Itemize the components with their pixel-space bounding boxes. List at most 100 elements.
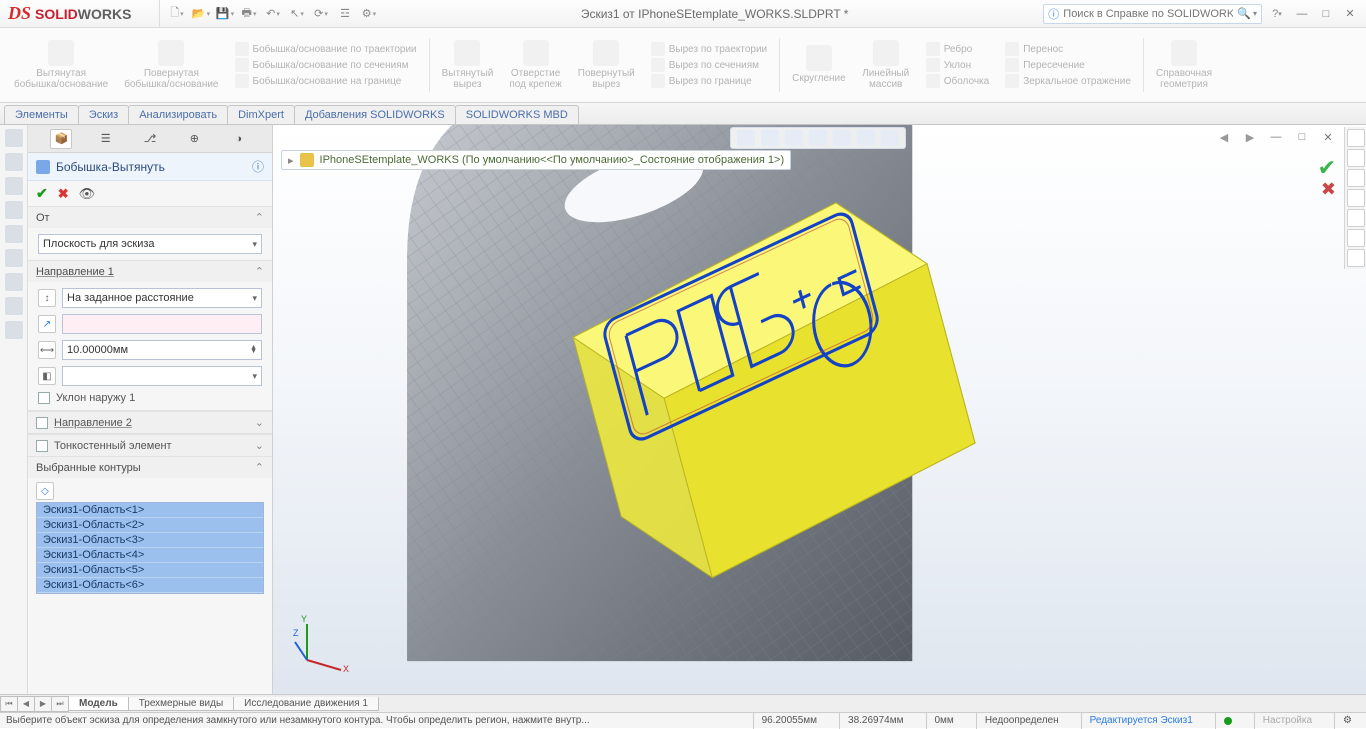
restore-button[interactable]: □ (1316, 4, 1336, 24)
tab-nav-last[interactable]: ⏭ (51, 696, 69, 712)
ref-geometry[interactable]: Справочная геометрия (1150, 32, 1218, 98)
close-button[interactable]: ✕ (1340, 4, 1360, 24)
side-icon[interactable] (5, 177, 23, 195)
select-button[interactable]: ↖ (286, 4, 308, 24)
status-gear-icon[interactable]: ⚙ (1334, 713, 1360, 729)
feature-help-icon[interactable]: ⓘ (252, 158, 264, 175)
fm-tab-display[interactable]: ◑ (228, 129, 250, 149)
tab-nav-prev[interactable]: ◀ (17, 696, 35, 712)
taskpane-explorer-icon[interactable] (1347, 169, 1365, 187)
depth-input[interactable]: 10.00000мм▲▼ (62, 340, 262, 360)
taskpane-prop-icon[interactable] (1347, 229, 1365, 247)
tab-addins[interactable]: Добавления SOLIDWORKS (294, 105, 456, 124)
taskpane-view-icon[interactable] (1347, 189, 1365, 207)
boundary-boss[interactable]: Бобышка/основание на границе (235, 74, 417, 88)
merge-field[interactable]: ▾ (62, 366, 262, 386)
list-item[interactable]: Эскиз1-Область<3> (37, 533, 263, 548)
fm-tab-config[interactable]: ⎇ (139, 129, 161, 149)
undo-button[interactable]: ↶ (262, 4, 284, 24)
draft[interactable]: Уклон (926, 58, 990, 72)
boundary-cut[interactable]: Вырез по границе (651, 74, 767, 88)
side-icon[interactable] (5, 225, 23, 243)
tab-evaluate[interactable]: Анализировать (128, 105, 228, 124)
fillet[interactable]: Скругление (786, 32, 852, 98)
tab-sketch[interactable]: Эскиз (78, 105, 129, 124)
side-icon[interactable] (5, 297, 23, 315)
view-icon[interactable] (857, 130, 875, 146)
mirror[interactable]: Зеркальное отражение (1005, 74, 1131, 88)
save-button[interactable]: 💾 (214, 4, 236, 24)
revolve-boss[interactable]: Повернутая бобышка/основание (118, 32, 224, 98)
tab-nav-next[interactable]: ▶ (34, 696, 52, 712)
view-orientation-icon[interactable] (737, 130, 755, 146)
view-settings-icon[interactable] (809, 130, 827, 146)
list-item[interactable]: Эскиз1-Область<6> (37, 578, 263, 593)
collapse-icon[interactable]: ⌃ (255, 461, 264, 474)
taskpane-lib-icon[interactable] (1347, 149, 1365, 167)
draft-outward-check[interactable]: Уклон наружу 1 (38, 392, 262, 404)
tab-features[interactable]: Элементы (4, 105, 79, 124)
list-item[interactable]: Эскиз1-Область<1> (37, 503, 263, 518)
ok-button[interactable]: ✔ (36, 185, 48, 202)
side-icon[interactable] (5, 129, 23, 147)
new-button[interactable]: 🗋 (166, 4, 188, 24)
shell[interactable]: Оболочка (926, 74, 990, 88)
help-button[interactable]: ?▾ (1266, 4, 1288, 24)
options-icon[interactable]: ☲ (334, 4, 356, 24)
taskpane-home-icon[interactable] (1347, 129, 1365, 147)
side-icon[interactable] (5, 321, 23, 339)
end-condition-combo[interactable]: На заданное расстояние▾ (62, 288, 262, 308)
orientation-triad[interactable]: Y X Z (293, 614, 353, 674)
vp-min[interactable]: ― (1266, 127, 1286, 147)
fm-tab-property[interactable]: ☰ (95, 129, 117, 149)
direction-icon[interactable]: ↗ (38, 315, 56, 333)
help-search-input[interactable] (1063, 8, 1233, 20)
confirm-corner-ok[interactable]: ✔ (1318, 155, 1336, 181)
tab-dimxpert[interactable]: DimXpert (227, 105, 295, 124)
extrude-cut[interactable]: Вытянутый вырез (436, 32, 500, 98)
tab-mbd[interactable]: SOLIDWORKS MBD (455, 105, 579, 124)
vp-next[interactable]: ▶ (1240, 127, 1260, 147)
tree-expand-icon[interactable]: ▸ (288, 154, 294, 167)
collapse-icon[interactable]: ⌃ (255, 211, 264, 224)
minimize-button[interactable]: ― (1292, 4, 1312, 24)
side-icon[interactable] (5, 273, 23, 291)
side-icon[interactable] (5, 153, 23, 171)
loft-boss[interactable]: Бобышка/основание по сечениям (235, 58, 417, 72)
view-icon[interactable] (833, 130, 851, 146)
taskpane-forum-icon[interactable] (1347, 249, 1365, 267)
direction-field[interactable] (62, 314, 262, 334)
thin-feature-section[interactable]: Тонкостенный элемент ⌄ (28, 434, 272, 457)
tab-model[interactable]: Модель (68, 697, 129, 711)
tab-motion[interactable]: Исследование движения 1 (233, 697, 379, 711)
loft-cut[interactable]: Вырез по сечениям (651, 58, 767, 72)
hole-wizard[interactable]: Отверстие под крепеж (503, 32, 567, 98)
tab-3dviews[interactable]: Трехмерные виды (128, 697, 234, 711)
list-item[interactable]: Эскиз1-Область<4> (37, 548, 263, 563)
taskpane-appear-icon[interactable] (1347, 209, 1365, 227)
list-item[interactable]: Эскиз1-Область<2> (37, 518, 263, 533)
contours-listbox[interactable]: Эскиз1-Область<1> Эскиз1-Область<2> Эски… (36, 502, 264, 594)
tab-nav-first[interactable]: ⏮ (0, 696, 18, 712)
view-icon[interactable] (881, 130, 899, 146)
settings-button[interactable]: ⚙ (358, 4, 380, 24)
direction2-section[interactable]: Направление 2 ⌄ (28, 411, 272, 434)
open-button[interactable]: 📂 (190, 4, 212, 24)
reverse-dir-button[interactable]: ↕ (38, 289, 56, 307)
status-mode[interactable]: Настройка (1254, 713, 1320, 729)
sweep-cut[interactable]: Вырез по траектории (651, 42, 767, 56)
help-search[interactable]: ⓘ 🔍 ▾ (1043, 4, 1262, 24)
linear-pattern[interactable]: Линейный массив (856, 32, 916, 98)
rebuild-button[interactable]: ⟳ (310, 4, 332, 24)
display-style-icon[interactable] (761, 130, 779, 146)
hide-show-icon[interactable] (785, 130, 803, 146)
revolve-cut[interactable]: Повернутый вырез (572, 32, 641, 98)
fm-tab-dim[interactable]: ⊕ (183, 129, 205, 149)
merge-icon[interactable]: ◧ (38, 367, 56, 385)
cancel-button[interactable]: ✖ (58, 186, 69, 202)
list-item[interactable]: Эскиз1-Область<5> (37, 563, 263, 578)
preview-button[interactable]: 👁 (79, 186, 96, 202)
vp-prev[interactable]: ◀ (1214, 127, 1234, 147)
search-icon[interactable]: 🔍 (1237, 7, 1251, 20)
fm-tab-feature[interactable]: 📦 (50, 129, 72, 149)
